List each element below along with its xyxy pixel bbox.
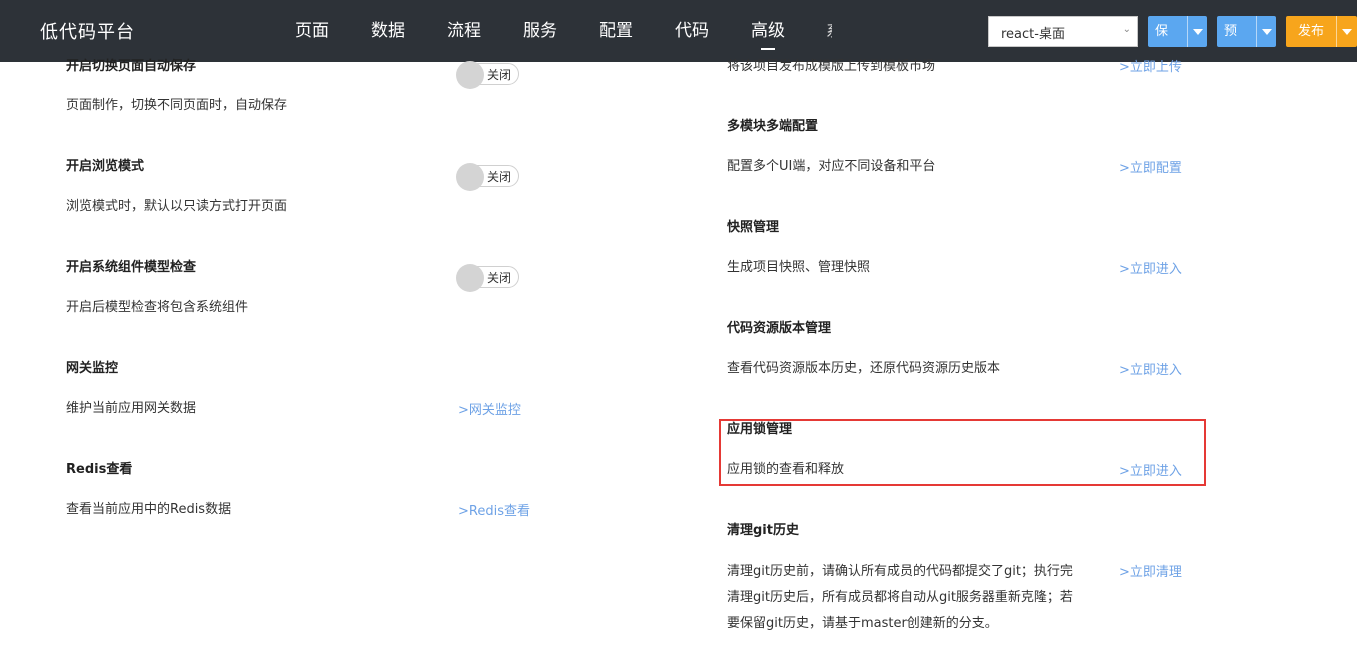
setting-system-component-check: 开启系统组件模型检查 开启后模型检查将包含系统组件 关闭 xyxy=(66,259,546,315)
redis-view-link[interactable]: >Redis查看 xyxy=(458,500,530,519)
setting-desc: 查看当前应用中的Redis数据 xyxy=(66,502,232,517)
setting-desc: 页面制作，切换不同页面时，自动保存 xyxy=(66,98,288,113)
preview-button-label: 预览 xyxy=(1224,24,1238,39)
publish-button-label: 发布 xyxy=(1298,24,1325,39)
setting-snapshot: 快照管理 生成项目快照、管理快照 >立即进入 xyxy=(727,219,1207,277)
toggle-knob xyxy=(456,61,484,89)
preview-button[interactable]: 预览 xyxy=(1217,16,1276,47)
toggle-knob xyxy=(456,163,484,191)
setting-desc-line-2: 清理git历史后，所有成员都将自动从git服务器重新克隆；若 xyxy=(727,590,1073,605)
code-version-enter-link[interactable]: >立即进入 xyxy=(1119,359,1182,378)
setting-desc: 生成项目快照、管理快照 xyxy=(727,260,871,275)
setting-desc: 开启后模型检查将包含系统组件 xyxy=(66,300,249,315)
upload-now-link[interactable]: >立即上传 xyxy=(1119,56,1182,75)
nav-item-service[interactable]: 服务 xyxy=(502,0,578,62)
brand-title: 低代码平台 xyxy=(40,22,135,43)
system-check-toggle[interactable]: 关闭 xyxy=(456,264,519,292)
setting-desc: 浏览模式时，默认以只读方式打开页面 xyxy=(66,199,288,214)
nav-item-page[interactable]: 页面 xyxy=(274,0,350,62)
setting-title: 代码资源版本管理 xyxy=(727,321,832,336)
setting-code-version: 代码资源版本管理 查看代码资源版本历史，还原代码资源历史版本 >立即进入 xyxy=(727,320,1207,378)
highlight-box xyxy=(719,419,1206,486)
browse-mode-toggle[interactable]: 关闭 xyxy=(456,163,519,191)
setting-title: 网关监控 xyxy=(66,361,119,376)
setting-desc: 查看代码资源版本历史，还原代码资源历史版本 xyxy=(727,361,1001,376)
preview-dropdown-caret-icon[interactable] xyxy=(1256,16,1276,47)
setting-gateway-monitor: 网关监控 维护当前应用网关数据 >网关监控 xyxy=(66,360,546,418)
setting-desc: 配置多个UI端，对应不同设备和平台 xyxy=(727,159,936,174)
setting-multi-module: 多模块多端配置 配置多个UI端，对应不同设备和平台 >立即配置 xyxy=(727,118,1207,176)
nav-item-config[interactable]: 配置 xyxy=(578,0,654,62)
publish-button[interactable]: 发布 xyxy=(1286,16,1357,47)
toggle-knob xyxy=(456,264,484,292)
setting-title: Redis查看 xyxy=(66,462,133,477)
nav-item-overflow[interactable]: 系 xyxy=(826,20,832,38)
toggle-label: 关闭 xyxy=(487,68,512,82)
save-button[interactable]: 保存 xyxy=(1148,16,1207,47)
nav-item-code[interactable]: 代码 xyxy=(654,0,730,62)
clear-git-link[interactable]: >立即清理 xyxy=(1119,561,1182,580)
setting-desc-line-1: 清理git历史前，请确认所有成员的代码都提交了git；执行完 xyxy=(727,564,1073,579)
setting-redis-view: Redis查看 查看当前应用中的Redis数据 >Redis查看 xyxy=(66,461,546,519)
setting-title: 多模块多端配置 xyxy=(727,119,819,134)
setting-desc: 将该项目发布成模版上传到模板市场 xyxy=(727,59,936,74)
client-select[interactable]: react-桌面 ⌄ xyxy=(988,16,1138,47)
gateway-monitor-link[interactable]: >网关监控 xyxy=(458,399,521,418)
save-button-label: 保存 xyxy=(1155,24,1169,39)
setting-autosave: 开启切换页面自动保存 页面制作，切换不同页面时，自动保存 关闭 xyxy=(66,58,546,113)
snapshot-enter-link[interactable]: >立即进入 xyxy=(1119,258,1182,277)
setting-desc-line-3: 要保留git历史，请基于master创建新的分支。 xyxy=(727,616,998,631)
nav-item-data[interactable]: 数据 xyxy=(350,0,426,62)
nav-item-flow[interactable]: 流程 xyxy=(426,0,502,62)
publish-dropdown-caret-icon[interactable] xyxy=(1336,16,1356,47)
configure-now-link[interactable]: >立即配置 xyxy=(1119,157,1182,176)
save-dropdown-caret-icon[interactable] xyxy=(1187,16,1207,47)
autosave-toggle[interactable]: 关闭 xyxy=(456,61,519,89)
toggle-label: 关闭 xyxy=(487,170,512,184)
setting-title: 快照管理 xyxy=(727,220,780,235)
setting-desc: 维护当前应用网关数据 xyxy=(66,401,197,416)
top-header: 低代码平台 页面 数据 流程 服务 配置 代码 高级 系 react-桌面 ⌄ … xyxy=(0,0,1357,62)
setting-clear-git: 清理git历史 清理git历史前，请确认所有成员的代码都提交了git；执行完 清… xyxy=(727,522,1207,631)
chevron-down-icon: ⌄ xyxy=(1122,24,1131,35)
toggle-label: 关闭 xyxy=(487,271,512,285)
setting-title: 清理git历史 xyxy=(727,523,799,538)
client-select-value: react-桌面 xyxy=(1001,27,1065,42)
setting-browse-mode: 开启浏览模式 浏览模式时，默认以只读方式打开页面 关闭 xyxy=(66,158,546,214)
